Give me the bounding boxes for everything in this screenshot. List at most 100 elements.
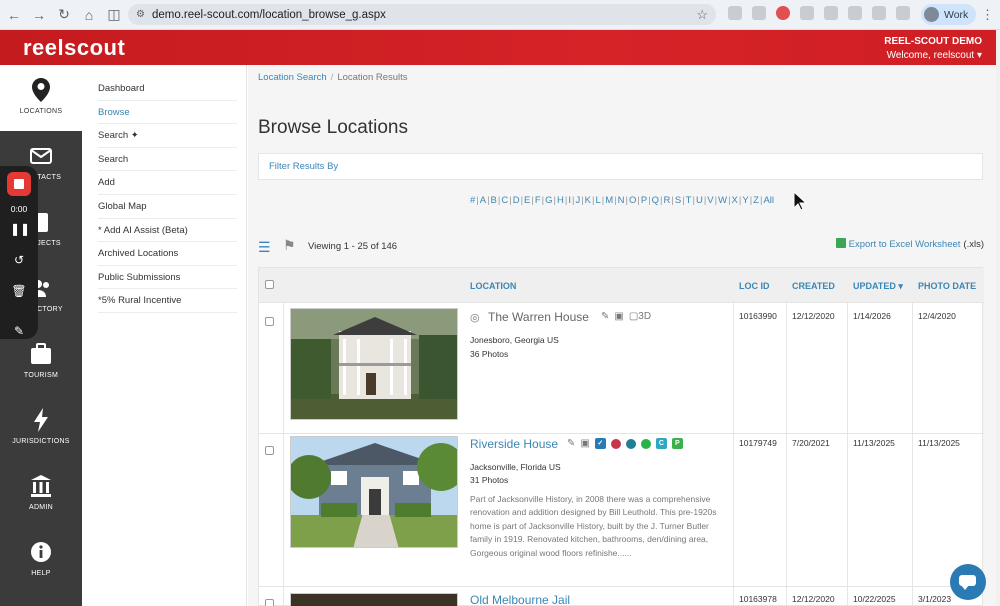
bookmark-star-icon[interactable]: ☆ (696, 7, 708, 23)
pause-icon[interactable]: ❚❚ (10, 220, 30, 238)
submenu-dashboard[interactable]: Dashboard (98, 77, 237, 101)
alphabet-letter-link[interactable]: M (605, 195, 613, 206)
row-checkbox[interactable] (265, 599, 274, 606)
alphabet-letter-link[interactable]: P (641, 195, 647, 206)
alphabet-letter-link[interactable]: G (545, 195, 552, 206)
alphabet-letter-link[interactable]: N (618, 195, 625, 206)
cube-3d-icon[interactable]: ▢3D (629, 311, 651, 322)
column-updated[interactable]: UPDATED ▾ (853, 281, 903, 292)
reload-icon[interactable]: ↻ (53, 4, 75, 26)
profile-chip[interactable]: Work (921, 4, 977, 25)
location-name[interactable]: Old Melbourne Jail (470, 593, 570, 606)
user-menu[interactable]: Welcome, reelscout ▾ (884, 50, 982, 61)
sidebar-item-admin[interactable]: ADMIN (0, 461, 82, 527)
alphabet-letter-link[interactable]: V (707, 195, 713, 206)
submenu-public-submissions[interactable]: Public Submissions (98, 266, 237, 290)
screen-recorder-panel: 0:00 ❚❚ ↺ 🗑 ✎ (0, 166, 38, 339)
column-created[interactable]: CREATED (792, 281, 835, 291)
alphabet-letter-link[interactable]: # (470, 195, 475, 206)
sidebar-toggle-icon[interactable]: ◫ (103, 4, 125, 26)
alphabet-separator: | (714, 195, 718, 206)
location-thumbnail[interactable] (290, 308, 458, 420)
location-thumbnail[interactable] (290, 593, 458, 606)
site-info-icon[interactable]: ⚙ (136, 9, 145, 20)
edit-pencil-icon[interactable]: ✎ (601, 311, 609, 322)
column-location[interactable]: LOCATION (470, 281, 516, 291)
browser-menu-icon[interactable]: ⋮ (981, 7, 994, 23)
submenu-browse[interactable]: Browse (98, 101, 237, 125)
filter-panel[interactable]: Filter Results By (258, 153, 983, 180)
cloud-icon[interactable] (824, 6, 838, 20)
submenu-archived-locations[interactable]: Archived Locations (98, 242, 237, 266)
address-bar[interactable]: ⚙ demo.reel-scout.com/location_browse_g.… (128, 4, 716, 25)
alphabet-letter-link[interactable]: J (575, 195, 580, 206)
reelscout-logo[interactable]: reelscout (23, 35, 125, 61)
alphabet-letter-link[interactable]: O (629, 195, 636, 206)
restart-icon[interactable]: ↺ (10, 251, 28, 269)
location-name[interactable]: Riverside House (470, 437, 558, 451)
alphabet-letter-link[interactable]: All (763, 195, 774, 206)
extension-icon[interactable] (728, 6, 742, 20)
extension-icon[interactable] (776, 6, 790, 20)
alphabet-letter-link[interactable]: X (732, 195, 738, 206)
sidebar-item-help[interactable]: HELP (0, 527, 82, 593)
chat-support-button[interactable] (950, 564, 986, 600)
breadcrumb-current: Location Results (337, 72, 408, 83)
alphabet-letter-link[interactable]: S (675, 195, 681, 206)
location-name[interactable]: The Warren House (470, 310, 589, 324)
stop-recording-button[interactable] (7, 172, 31, 196)
column-loc-id[interactable]: LOC ID (739, 281, 770, 291)
alphabet-letter-link[interactable]: A (480, 195, 486, 206)
alphabet-separator: | (497, 195, 501, 206)
trash-icon[interactable]: 🗑 (10, 282, 28, 300)
alphabet-letter-link[interactable]: Y (742, 195, 748, 206)
alphabet-letter-link[interactable]: K (585, 195, 591, 206)
breadcrumb-location-search[interactable]: Location Search (258, 72, 327, 83)
camera-icon[interactable]: ▣ (580, 438, 589, 449)
submenu-rural-incentive[interactable]: *5% Rural Incentive (98, 289, 237, 313)
screenshot-icon[interactable] (752, 6, 766, 20)
map-view-icon[interactable]: ⚑ (283, 237, 296, 254)
alphabet-letter-link[interactable]: L (595, 195, 600, 206)
filter-results-toggle[interactable]: Filter Results By (269, 161, 338, 172)
alphabet-letter-link[interactable]: T (686, 195, 692, 206)
alphabet-letter-link[interactable]: H (557, 195, 564, 206)
reading-list-icon[interactable] (872, 6, 886, 20)
column-photo-date[interactable]: PHOTO DATE (918, 281, 976, 291)
submenu-add-ai-assist[interactable]: * Add AI Assist (Beta) (98, 219, 237, 243)
locations-table: LOCATION LOC ID CREATED UPDATED ▾ PHOTO … (258, 267, 984, 606)
submenu-search[interactable]: Search (98, 148, 237, 172)
sidebar-item-locations[interactable]: LOCATIONS (0, 65, 82, 131)
back-icon[interactable]: ← (3, 4, 25, 26)
alphabet-letter-link[interactable]: C (501, 195, 508, 206)
location-thumbnail[interactable] (290, 436, 458, 548)
page-scrollbar[interactable] (996, 30, 1000, 606)
alphabet-letter-link[interactable]: E (524, 195, 530, 206)
alphabet-letter-link[interactable]: D (513, 195, 520, 206)
forward-icon[interactable]: → (28, 4, 50, 26)
alphabet-letter-link[interactable]: I (568, 195, 571, 206)
alphabet-letter-link[interactable]: U (696, 195, 703, 206)
download-icon[interactable] (896, 6, 910, 20)
row-checkbox[interactable] (265, 446, 274, 455)
puzzle-icon[interactable] (848, 6, 862, 20)
alphabet-letter-link[interactable]: Z (753, 195, 759, 206)
home-icon[interactable]: ⌂ (78, 4, 100, 26)
alphabet-letter-link[interactable]: Q (652, 195, 659, 206)
pen-icon[interactable]: ✎ (10, 322, 28, 340)
alphabet-letter-link[interactable]: B (491, 195, 497, 206)
row-checkbox[interactable] (265, 317, 274, 326)
edit-pencil-icon[interactable]: ✎ (567, 438, 575, 449)
alphabet-letter-link[interactable]: W (718, 195, 727, 206)
alphabet-letter-link[interactable]: F (535, 195, 541, 206)
select-all-checkbox[interactable] (265, 280, 274, 289)
camera-icon[interactable]: ▣ (614, 311, 623, 322)
submenu-ai-search[interactable]: Search ✦ (98, 124, 237, 148)
submenu-global-map[interactable]: Global Map (98, 195, 237, 219)
list-view-icon[interactable]: ☰ (258, 239, 271, 256)
sidebar-item-jurisdictions[interactable]: JURISDICTIONS (0, 395, 82, 461)
submenu-add[interactable]: Add (98, 171, 237, 195)
export-excel-link[interactable]: Export to Excel Worksheet (849, 239, 961, 250)
alphabet-letter-link[interactable]: R (664, 195, 671, 206)
extension-icon[interactable] (800, 6, 814, 20)
